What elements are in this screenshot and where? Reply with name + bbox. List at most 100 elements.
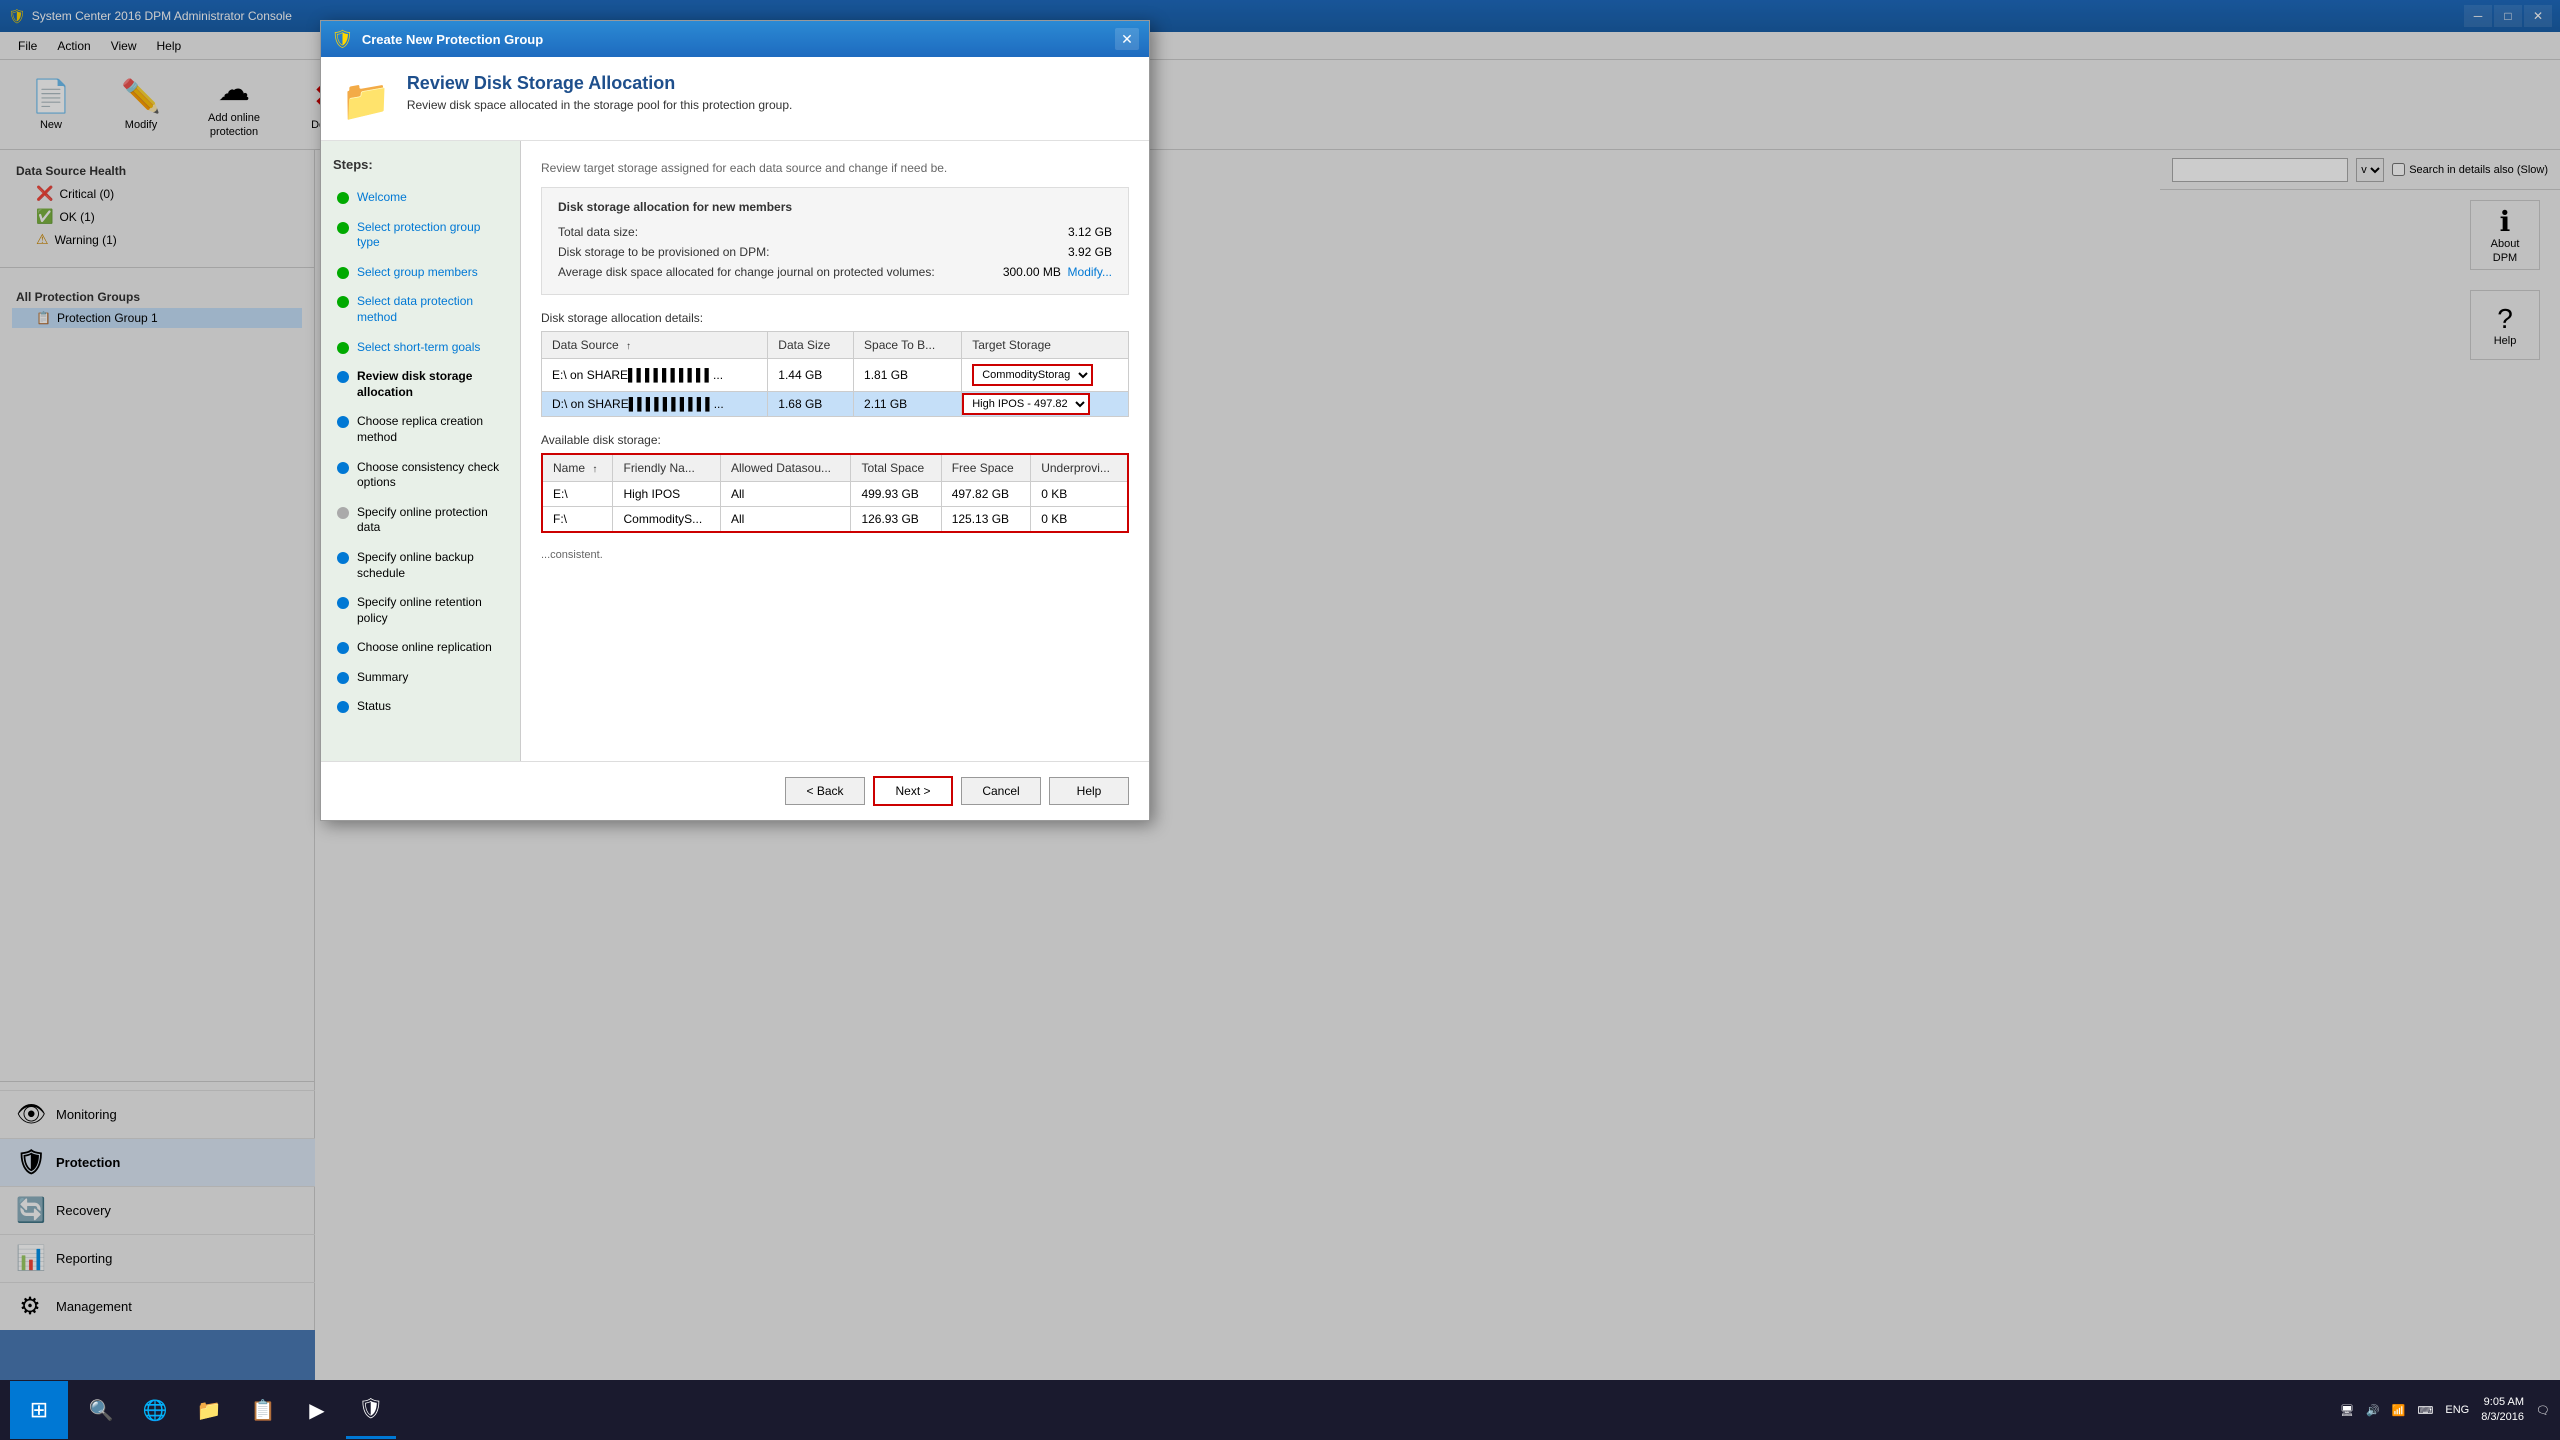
modal-close-button[interactable]: ✕ — [1115, 28, 1139, 50]
step-link-short-term[interactable]: Select short-term goals — [357, 340, 480, 356]
avail-row1-free: 497.82 GB — [941, 482, 1031, 507]
avg-space-row: Average disk space allocated for change … — [558, 262, 1112, 282]
avail-row1-allowed: All — [720, 482, 851, 507]
row2-size: 1.68 GB — [768, 392, 854, 417]
step-link-select-members[interactable]: Select group members — [357, 265, 478, 281]
step-text-replica: Choose replica creation method — [357, 414, 504, 445]
step-dot-consistency — [337, 462, 349, 474]
avail-row1-total: 499.93 GB — [851, 482, 941, 507]
step-dot-retention — [337, 597, 349, 609]
taskbar-time-display: 9:05 AM 8/3/2016 — [2481, 1395, 2524, 1426]
modal-main-title: Review Disk Storage Allocation — [407, 73, 793, 94]
disk-storage-label: Disk storage to be provisioned on DPM: — [558, 245, 769, 259]
step-dot-replication — [337, 642, 349, 654]
row1-size: 1.44 GB — [768, 359, 854, 392]
available-storage-table: Name ↑ Friendly Na... Allowed Datasou...… — [541, 453, 1129, 533]
row2-target[interactable]: High IPOS - 497.82 — [962, 392, 1129, 417]
taskbar-lang: ENG — [2445, 1404, 2469, 1416]
col-friendly[interactable]: Friendly Na... — [613, 454, 720, 482]
row1-target[interactable]: CommodityStorag — [962, 359, 1129, 392]
table-row: E:\ on SHARE▌▌▌▌▌▌▌▌▌▌... 1.44 GB 1.81 G… — [542, 359, 1129, 392]
modal-main-content: Review target storage assigned for each … — [521, 141, 1149, 761]
allocation-details-table: Data Source ↑ Data Size Space To B... Ta… — [541, 331, 1129, 417]
avg-space-value: 300.00 MB Modify... — [1003, 265, 1112, 279]
modal-title-text: Create New Protection Group — [362, 32, 1115, 47]
step-replication: Choose online replication — [333, 634, 508, 662]
taskbar-system: 🖥 🔊 📶 ⌨ ENG 9:05 AM 8/3/2016 🗨 — [2340, 1395, 2550, 1426]
step-link-welcome[interactable]: Welcome — [357, 190, 407, 206]
step-text-backup-schedule: Specify online backup schedule — [357, 550, 504, 581]
content-intro: Review target storage assigned for each … — [541, 161, 1129, 175]
col-total[interactable]: Total Space — [851, 454, 941, 482]
available-storage-section: Available disk storage: Name ↑ Friendly … — [541, 433, 1129, 533]
taskbar-browser-icon[interactable]: 🌐 — [130, 1381, 180, 1439]
step-welcome: Welcome — [333, 184, 508, 212]
col-target-storage[interactable]: Target Storage — [962, 332, 1129, 359]
step-summary: Summary — [333, 664, 508, 692]
taskbar-dpm-icon[interactable]: 🛡 — [346, 1381, 396, 1439]
row1-space: 1.81 GB — [854, 359, 962, 392]
allocation-details-title: Disk storage allocation details: — [541, 311, 1129, 325]
col-name[interactable]: Name ↑ — [542, 454, 613, 482]
taskbar-notes-icon[interactable]: 📋 — [238, 1381, 288, 1439]
next-button[interactable]: Next > — [873, 776, 953, 806]
taskbar-search-icon[interactable]: 🔍 — [76, 1381, 126, 1439]
taskbar-icons: 🔍 🌐 📁 📋 ▶ 🛡 — [76, 1381, 396, 1439]
help-button[interactable]: Help — [1049, 777, 1129, 805]
taskbar-notifications-icon[interactable]: 🗨 — [2536, 1404, 2550, 1417]
step-text-status: Status — [357, 699, 391, 715]
target-storage-select-1[interactable]: CommodityStorag — [972, 364, 1093, 386]
avail-row1-friendly: High IPOS — [613, 482, 720, 507]
step-select-type: Select protection group type — [333, 214, 508, 257]
taskbar-network-icon: 🖥 — [2340, 1404, 2354, 1417]
footer-note: ...consistent. — [541, 549, 1129, 561]
col-allowed[interactable]: Allowed Datasou... — [720, 454, 851, 482]
modal-steps-panel: Steps: Welcome Select protection group t… — [321, 141, 521, 761]
step-dot-online-data — [337, 507, 349, 519]
sort-arrow-name: ↑ — [592, 464, 597, 475]
total-data-size-row: Total data size: 3.12 GB — [558, 222, 1112, 242]
modal-title-bar: 🛡 Create New Protection Group ✕ — [321, 21, 1149, 57]
start-button[interactable]: ⊞ — [10, 1381, 68, 1439]
step-data-protection: Select data protection method — [333, 288, 508, 331]
col-free[interactable]: Free Space — [941, 454, 1031, 482]
col-space-to-be[interactable]: Space To B... — [854, 332, 962, 359]
modal-body: Steps: Welcome Select protection group t… — [321, 141, 1149, 761]
step-text-summary: Summary — [357, 670, 408, 686]
row2-source: D:\ on SHARE▌▌▌▌▌▌▌▌▌▌... — [542, 392, 768, 417]
step-replica: Choose replica creation method — [333, 408, 508, 451]
step-link-select-type[interactable]: Select protection group type — [357, 220, 504, 251]
col-data-source[interactable]: Data Source ↑ — [542, 332, 768, 359]
step-text-consistency: Choose consistency check options — [357, 460, 504, 491]
step-review-disk: Review disk storage allocation — [333, 363, 508, 406]
step-retention: Specify online retention policy — [333, 589, 508, 632]
step-dot-data-protection — [337, 296, 349, 308]
total-data-size-value: 3.12 GB — [1068, 225, 1112, 239]
step-backup-schedule: Specify online backup schedule — [333, 544, 508, 587]
disk-storage-row: Disk storage to be provisioned on DPM: 3… — [558, 242, 1112, 262]
step-dot-backup-schedule — [337, 552, 349, 564]
taskbar-terminal-icon[interactable]: ▶ — [292, 1381, 342, 1439]
table-row: E:\ High IPOS All 499.93 GB 497.82 GB 0 … — [542, 482, 1128, 507]
back-button[interactable]: < Back — [785, 777, 865, 805]
allocation-box-title: Disk storage allocation for new members — [558, 200, 1112, 214]
taskbar-volume-icon: 🔊 — [2366, 1404, 2380, 1417]
modify-link[interactable]: Modify... — [1068, 265, 1112, 279]
taskbar-keyboard-icon: ⌨ — [2417, 1404, 2433, 1417]
taskbar-files-icon[interactable]: 📁 — [184, 1381, 234, 1439]
col-data-size[interactable]: Data Size — [768, 332, 854, 359]
taskbar-wifi-icon: 📶 — [2392, 1404, 2406, 1417]
step-text-replication: Choose online replication — [357, 640, 492, 656]
step-dot-select-members — [337, 267, 349, 279]
target-storage-select-2[interactable]: High IPOS - 497.82 — [962, 393, 1090, 415]
available-storage-title: Available disk storage: — [541, 433, 1129, 447]
step-text-online-data: Specify online protection data — [357, 505, 504, 536]
col-under[interactable]: Underprovi... — [1031, 454, 1128, 482]
step-text-review-disk: Review disk storage allocation — [357, 369, 504, 400]
cancel-button[interactable]: Cancel — [961, 777, 1041, 805]
modal-header: 📁 Review Disk Storage Allocation Review … — [321, 57, 1149, 141]
step-status: Status — [333, 693, 508, 721]
step-dot-short-term — [337, 342, 349, 354]
step-online-data: Specify online protection data — [333, 499, 508, 542]
step-link-data-protection[interactable]: Select data protection method — [357, 294, 504, 325]
